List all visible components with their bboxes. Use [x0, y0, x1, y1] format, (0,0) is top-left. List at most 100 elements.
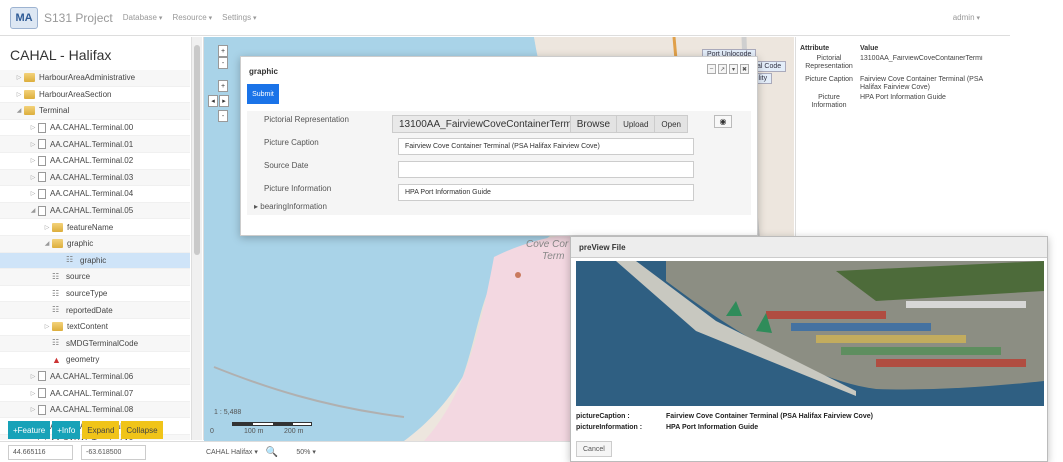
app-title[interactable]: S131 Project	[44, 11, 113, 25]
tree-node-label: AA.CAHAL.Terminal.04	[50, 189, 134, 199]
tree-node[interactable]: ☷ sourceType	[0, 285, 190, 303]
zoom-select[interactable]: 50%	[296, 448, 315, 456]
tree-node[interactable]: ▷ AA.CAHAL.Terminal.08	[0, 401, 190, 419]
tree-node[interactable]: ▷ AA.CAHAL.Terminal.02	[0, 152, 190, 170]
submit-button[interactable]: Submit	[247, 84, 279, 104]
attribute-icon: ☷	[66, 255, 74, 265]
geometry-icon: ▲	[52, 354, 61, 365]
menu-settings[interactable]: Settings	[222, 13, 256, 22]
folder-icon	[24, 73, 35, 83]
tree-node-label: sMDGTerminalCode	[66, 338, 139, 348]
search-icon[interactable]: 🔍	[266, 447, 278, 458]
folder-icon	[24, 106, 35, 116]
expand-arrow-icon[interactable]: ▷	[28, 141, 38, 148]
minimize-icon[interactable]: –	[707, 64, 716, 74]
tree-node-label: AA.CAHAL.Terminal.00	[50, 123, 134, 133]
file-icon	[38, 388, 46, 399]
collapse-arrow-icon[interactable]: ◢	[28, 207, 38, 214]
source-date-field[interactable]	[398, 161, 694, 178]
close-icon[interactable]: ✖	[740, 64, 749, 74]
tree-node[interactable]: ☷ sMDGTerminalCode	[0, 335, 190, 353]
expand-arrow-icon[interactable]: ▷	[14, 74, 24, 81]
scrollbar-thumb[interactable]	[194, 45, 200, 255]
popout-icon[interactable]: ↗	[718, 64, 727, 74]
tree-scrollbar[interactable]	[191, 37, 202, 440]
expand-arrow-icon[interactable]: ▷	[28, 124, 38, 131]
file-icon	[38, 155, 46, 166]
tree-node[interactable]: ▲ geometry	[0, 352, 190, 369]
preview-title: preView File	[571, 237, 1047, 258]
tree-node[interactable]: ▷ AA.CAHAL.Terminal.01	[0, 136, 190, 153]
expand-arrow-icon[interactable]: ▷	[28, 190, 38, 197]
menu-resource[interactable]: Resource	[172, 13, 212, 22]
latitude-field[interactable]: 44.665116	[8, 444, 73, 460]
caption-value: Fairview Cove Container Terminal (PSA Ha…	[666, 413, 873, 420]
tree-node[interactable]: ☷ graphic	[0, 252, 190, 270]
user-menu[interactable]: admin	[953, 13, 980, 22]
expand-arrow-icon: ▸	[254, 202, 259, 211]
pan-left-button[interactable]: ◂	[208, 95, 218, 107]
expand-arrow-icon[interactable]: ▷	[42, 323, 52, 330]
bearing-label: bearingInformation	[260, 202, 327, 211]
tree-node[interactable]: ▷ textContent	[0, 318, 190, 336]
tree-node[interactable]: ▷ HarbourAreaSection	[0, 86, 190, 104]
tree-node-label: AA.CAHAL.Terminal.01	[50, 139, 134, 149]
menu-database[interactable]: Database	[123, 13, 163, 22]
tree-node[interactable]: ▷ featureName	[0, 219, 190, 236]
expand-arrow-icon[interactable]: ▷	[28, 174, 38, 181]
tree-node[interactable]: ☷ reportedDate	[0, 302, 190, 319]
tree-node[interactable]: ◢ graphic	[0, 235, 190, 253]
zoom-in-button[interactable]: +	[218, 45, 228, 57]
attribute-icon: ☷	[52, 271, 60, 281]
expand-arrow-icon[interactable]: ▷	[28, 373, 38, 380]
cancel-button[interactable]: Cancel	[576, 441, 612, 457]
tree-node[interactable]: ◢ Terminal	[0, 103, 190, 120]
expand-button[interactable]: Expand	[82, 421, 120, 439]
add-feature-button[interactable]: +Feature	[8, 421, 51, 439]
expand-arrow-icon[interactable]: ▷	[14, 91, 24, 98]
dropdown-icon[interactable]: ▾	[729, 64, 738, 74]
collapse-arrow-icon[interactable]: ◢	[42, 240, 52, 247]
tree-node-label: AA.CAHAL.Terminal.08	[50, 405, 134, 415]
tree-node[interactable]: ▷ AA.CAHAL.Terminal.03	[0, 169, 190, 187]
attribute-name: Picture Caption	[805, 76, 853, 83]
collapse-button[interactable]: Collapse	[121, 421, 163, 439]
bearing-information-toggle[interactable]: ▸ bearingInformation	[254, 202, 327, 211]
pictorial-file-input[interactable]: 13100AA_FairviewCoveContainerTermina Bro…	[392, 115, 688, 133]
open-button[interactable]: Open	[654, 116, 687, 132]
tree-node-label: AA.CAHAL.Terminal.02	[50, 156, 134, 166]
tree-node[interactable]: ◢ AA.CAHAL.Terminal.05	[0, 202, 190, 220]
tree-node[interactable]: ▷ AA.CAHAL.Terminal.07	[0, 385, 190, 402]
eye-icon[interactable]: ◉	[714, 115, 732, 128]
expand-arrow-icon[interactable]: ▷	[28, 439, 38, 440]
caption-field[interactable]: Fairview Cove Container Terminal (PSA Ha…	[398, 138, 694, 155]
attribute-value: 13100AA_FairviewCoveContainerTermi	[860, 55, 983, 62]
tree-node[interactable]: ▷ HarbourAreaAdministrative	[0, 70, 190, 87]
collapse-arrow-icon[interactable]: ◢	[14, 107, 24, 114]
expand-arrow-icon[interactable]: ▷	[42, 224, 52, 231]
longitude-field[interactable]: -63.618500	[81, 444, 146, 460]
map-control-b[interactable]: -	[218, 110, 228, 122]
folder-icon	[52, 322, 63, 332]
expand-arrow-icon[interactable]: ▷	[28, 406, 38, 413]
pan-right-button[interactable]: ▸	[219, 95, 229, 107]
tree-node[interactable]: ▷ AA.CAHAL.Terminal.06	[0, 368, 190, 386]
add-info-button[interactable]: +Info	[52, 421, 81, 439]
upload-button[interactable]: Upload	[616, 116, 655, 132]
file-icon	[38, 139, 46, 150]
caption-label: Picture Caption	[264, 138, 319, 147]
tree-node[interactable]: ☷ source	[0, 269, 190, 286]
file-icon	[38, 172, 46, 183]
dataset-select[interactable]: CAHAL Halifax	[206, 448, 258, 456]
expand-arrow-icon[interactable]: ▷	[28, 390, 38, 397]
info-field[interactable]: HPA Port Information Guide	[398, 184, 694, 201]
tree-node-label: graphic	[67, 239, 94, 249]
expand-arrow-icon[interactable]: ▷	[28, 157, 38, 164]
app-logo[interactable]: MA	[10, 6, 38, 29]
zoom-out-button[interactable]: -	[218, 57, 228, 69]
map-control-a[interactable]: +	[218, 80, 228, 92]
tree-node[interactable]: ▷ AA.CAHAL.Terminal.04	[0, 186, 190, 203]
scale-tick-100: 100 m	[244, 428, 264, 435]
tree-node[interactable]: ▷ AA.CAHAL.Terminal.00	[0, 119, 190, 137]
browse-button[interactable]: Browse	[569, 116, 617, 132]
